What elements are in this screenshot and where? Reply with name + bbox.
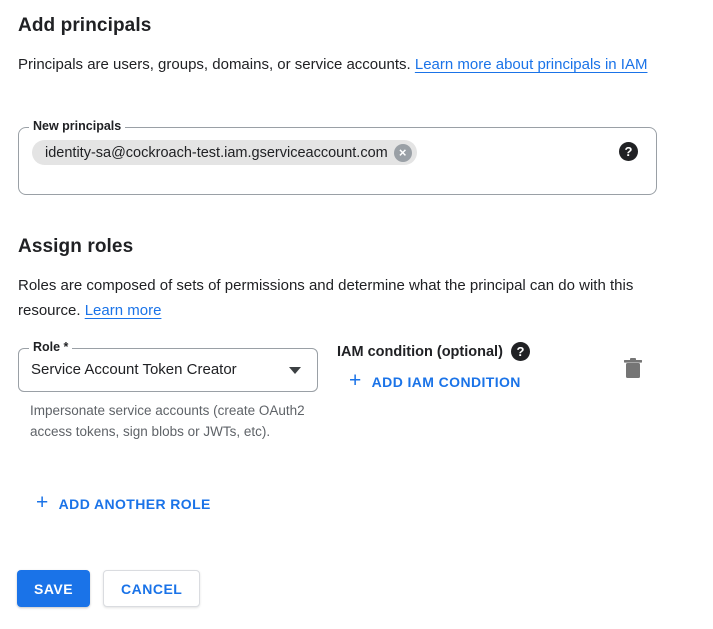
role-helper-text: Impersonate service accounts (create OAu… (30, 400, 315, 442)
plus-icon: + (349, 370, 362, 391)
assign-roles-title: Assign roles (18, 236, 133, 258)
cancel-button[interactable]: CANCEL (103, 570, 200, 607)
new-principals-field[interactable]: New principals identity-sa@cockroach-tes… (18, 127, 657, 195)
principal-chip[interactable]: identity-sa@cockroach-test.iam.gservicea… (32, 140, 417, 165)
add-iam-condition-button[interactable]: + ADD IAM CONDITION (349, 371, 521, 392)
iam-condition-label: IAM condition (optional) (337, 344, 503, 360)
new-principals-label: New principals (29, 119, 125, 133)
delete-role-button[interactable] (618, 353, 648, 388)
role-label: Role * (29, 340, 72, 354)
dropdown-arrow-icon (289, 367, 301, 374)
learn-more-roles-link[interactable]: Learn more (85, 302, 162, 319)
chip-remove-icon[interactable]: × (394, 144, 412, 162)
principals-description-text: Principals are users, groups, domains, o… (18, 56, 411, 73)
principal-chip-value: identity-sa@cockroach-test.iam.gservicea… (45, 145, 388, 161)
iam-condition-section: IAM condition (optional) ? (337, 342, 530, 361)
learn-more-principals-link[interactable]: Learn more about principals in IAM (415, 56, 648, 73)
role-select[interactable]: Role * Service Account Token Creator (18, 348, 318, 392)
page-title: Add principals (18, 15, 151, 37)
principals-description: Principals are users, groups, domains, o… (18, 52, 673, 77)
plus-icon: + (36, 492, 49, 513)
save-button[interactable]: SAVE (17, 570, 90, 607)
add-iam-condition-label: ADD IAM CONDITION (372, 374, 521, 390)
role-selected-value: Service Account Token Creator (31, 361, 237, 378)
iam-condition-help-icon[interactable]: ? (511, 342, 530, 361)
trash-icon (622, 357, 644, 381)
assign-roles-description: Roles are composed of sets of permission… (18, 273, 678, 323)
new-principals-help-icon[interactable]: ? (619, 142, 638, 161)
add-another-role-button[interactable]: + ADD ANOTHER ROLE (36, 493, 211, 514)
add-another-role-label: ADD ANOTHER ROLE (59, 496, 211, 512)
